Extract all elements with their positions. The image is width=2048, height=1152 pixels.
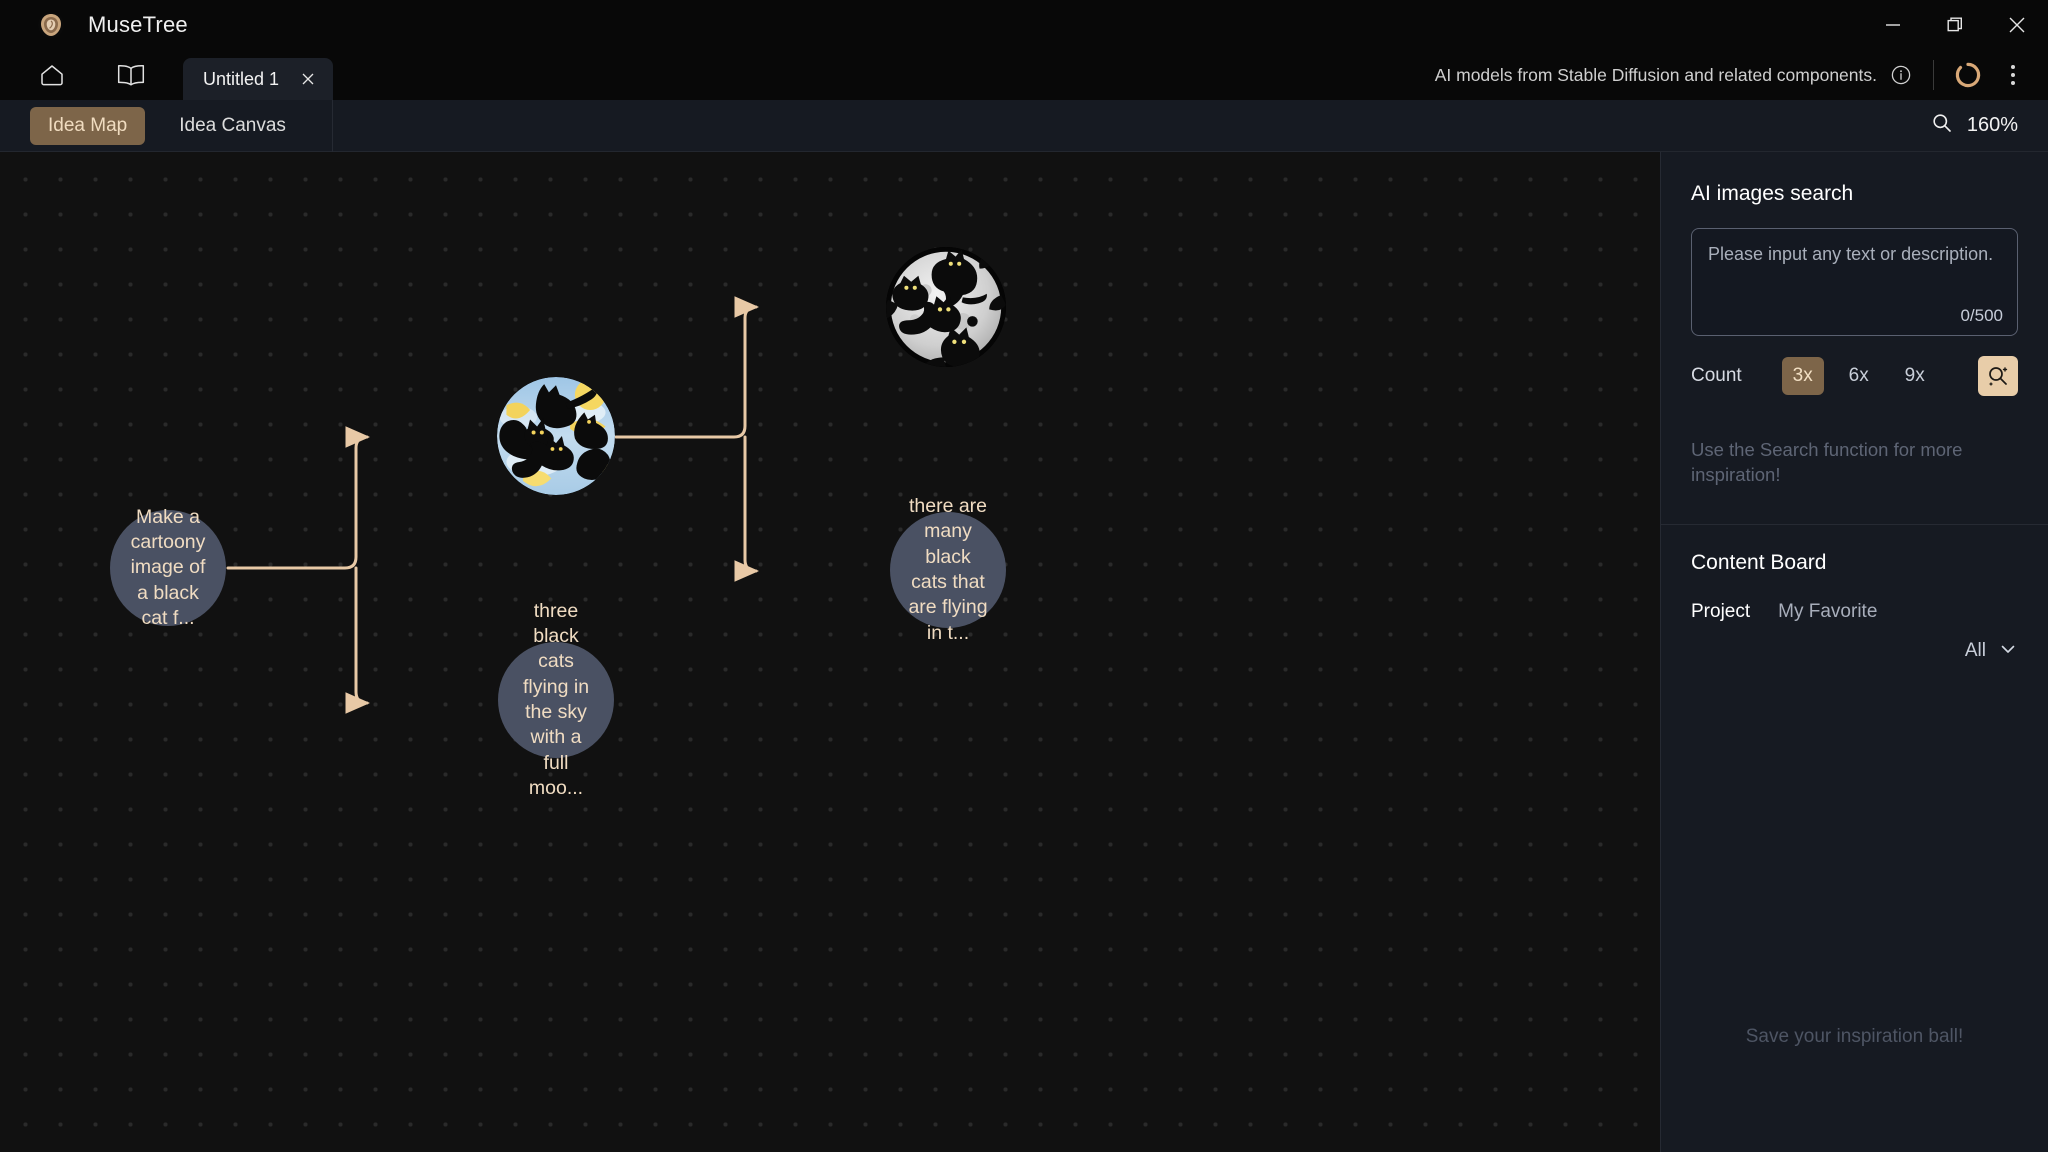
- search-input-placeholder: Please input any text or description.: [1708, 244, 1994, 264]
- content-board-title: Content Board: [1691, 550, 1827, 574]
- content-board-filters: Project My Favorite: [1691, 601, 2018, 623]
- idea-node-image[interactable]: [886, 247, 1006, 367]
- info-circle-icon[interactable]: [1889, 63, 1913, 87]
- tab-idea-canvas[interactable]: Idea Canvas: [161, 107, 304, 145]
- chevron-down-icon[interactable]: [1998, 639, 2018, 664]
- close-icon[interactable]: [297, 68, 319, 90]
- app-title: MuseTree: [88, 12, 188, 37]
- filter-project[interactable]: Project: [1691, 601, 1750, 623]
- idea-map-canvas[interactable]: Make a cartoony image of a black cat f..…: [0, 152, 1660, 1152]
- idea-node-label: three black cats flying in the sky with …: [522, 599, 590, 800]
- panel-title: AI images search: [1691, 182, 1854, 205]
- edge-connectors: [226, 296, 760, 714]
- status-area: AI models from Stable Diffusion and rela…: [1435, 50, 2048, 100]
- idea-node-image[interactable]: [497, 377, 615, 495]
- close-icon[interactable]: [1986, 0, 2048, 50]
- divider: [1661, 523, 2048, 525]
- idea-node-label: there are many black cats that are flyin…: [908, 494, 988, 644]
- search-hint: Use the Search function for more inspira…: [1691, 439, 1963, 485]
- home-icon[interactable]: [35, 58, 69, 92]
- idea-node-label: Make a cartoony image of a black cat f..…: [130, 505, 206, 630]
- flying-cats-sky-image: [497, 377, 615, 495]
- minimize-icon[interactable]: [1862, 0, 1924, 50]
- divider: [1933, 60, 1934, 90]
- content-board-panel: Content Board Project My Favorite All: [1661, 551, 2048, 664]
- search-input[interactable]: Please input any text or description. 0/…: [1691, 228, 2018, 336]
- title-bar: MuseTree: [0, 0, 2048, 50]
- kebab-menu-icon[interactable]: [1996, 58, 2030, 92]
- count-row: Count 3x 6x 9x: [1691, 356, 2018, 396]
- count-option-3x[interactable]: 3x: [1781, 357, 1824, 395]
- right-sidebar: AI images search Please input any text o…: [1660, 152, 2048, 1152]
- idea-node-text[interactable]: Make a cartoony image of a black cat f..…: [110, 506, 226, 629]
- moon-cats-image: [886, 247, 1006, 367]
- count-label: Count: [1691, 365, 1742, 386]
- magnifier-icon[interactable]: [1931, 112, 1953, 139]
- magic-search-icon[interactable]: [1978, 356, 2018, 396]
- view-bar: Idea Map Idea Canvas 160%: [0, 99, 2048, 152]
- window-controls: [1862, 0, 2048, 50]
- book-icon[interactable]: [114, 58, 148, 92]
- document-tab-label: Untitled 1: [203, 68, 280, 89]
- app-window: MuseTree Untitled 1 AI models from Stabl…: [0, 0, 2048, 1152]
- all-dropdown-label: All: [1964, 640, 1986, 662]
- char-counter: 0/500: [1960, 306, 2003, 325]
- idea-node-text[interactable]: there are many black cats that are flyin…: [890, 495, 1006, 644]
- loading-spinner-icon: [1954, 61, 1982, 89]
- all-dropdown[interactable]: All: [1691, 639, 2018, 664]
- count-option-9x[interactable]: 9x: [1894, 357, 1936, 395]
- tab-strip: Untitled 1 AI models from Stable Diffusi…: [0, 50, 2048, 100]
- status-text: AI models from Stable Diffusion and rela…: [1434, 64, 1877, 85]
- filter-my-favorite[interactable]: My Favorite: [1778, 601, 1877, 623]
- ai-images-search-panel: AI images search Please input any text o…: [1661, 152, 2048, 488]
- idea-node-text[interactable]: three black cats flying in the sky with …: [498, 600, 614, 799]
- zoom-control[interactable]: 160%: [1931, 112, 2018, 139]
- document-tab[interactable]: Untitled 1: [183, 58, 334, 100]
- restore-icon[interactable]: [1924, 0, 1986, 50]
- count-option-6x[interactable]: 6x: [1838, 357, 1880, 395]
- tab-idea-map[interactable]: Idea Map: [30, 106, 146, 145]
- divider: [331, 99, 333, 152]
- content-board-empty-message: Save your inspiration ball!: [1745, 1026, 1964, 1047]
- zoom-level-label: 160%: [1966, 114, 2018, 136]
- musetree-logo-icon: [36, 10, 66, 40]
